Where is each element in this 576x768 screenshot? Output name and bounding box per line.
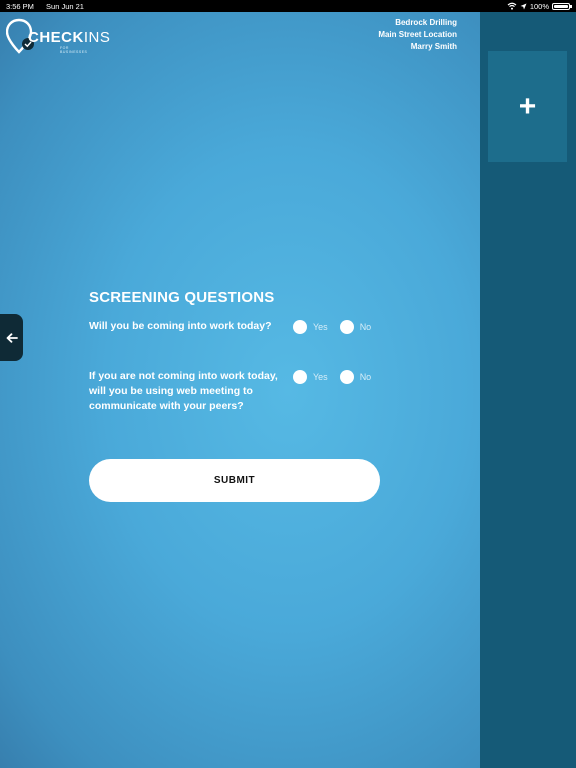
radio-circle-icon: [293, 320, 307, 334]
question-1-yes-radio[interactable]: Yes: [293, 320, 328, 334]
location-arrow-icon: [520, 3, 527, 9]
radio-circle-icon: [339, 320, 354, 334]
status-date: Sun Jun 21: [46, 1, 84, 11]
question-1-options: Yes No: [293, 320, 383, 334]
user-name: Marry Smith: [410, 42, 457, 51]
company-info: Bedrock Drilling Main Street Location Ma…: [378, 17, 457, 53]
radio-circle-icon: [339, 370, 354, 384]
yes-label: Yes: [313, 322, 328, 332]
wifi-icon: [507, 2, 517, 10]
logo-wordmark: CHECKINS: [28, 29, 111, 46]
submit-button[interactable]: SUBMIT: [89, 459, 380, 502]
question-2-no-radio[interactable]: No: [339, 370, 372, 384]
arrow-left-icon: [6, 332, 18, 343]
radio-circle-icon: [293, 370, 307, 384]
battery-icon: [552, 2, 572, 10]
status-time: 3:56 PM: [6, 1, 34, 11]
question-2-text: If you are not coming into work today, w…: [89, 370, 278, 412]
screening-title: SCREENING QUESTIONS: [89, 289, 275, 306]
status-bar: 3:56 PM Sun Jun 21 100%: [0, 0, 576, 12]
plus-icon: +: [518, 89, 537, 123]
yes-label: Yes: [313, 372, 328, 382]
checkins-logo: CHECKINS FOR BUSINESSES: [6, 18, 110, 58]
no-label: No: [359, 322, 372, 332]
company-name: Bedrock Drilling: [395, 18, 457, 27]
add-button[interactable]: +: [488, 51, 567, 162]
question-1-no-radio[interactable]: No: [339, 320, 372, 334]
back-button[interactable]: [0, 314, 23, 361]
question-2-yes-radio[interactable]: Yes: [293, 370, 328, 384]
company-location: Main Street Location: [378, 30, 457, 39]
logo-tagline: FOR BUSINESSES: [60, 46, 88, 54]
battery-percent: 100%: [529, 1, 549, 11]
no-label: No: [359, 372, 372, 382]
side-panel: +: [480, 12, 576, 768]
question-1-text: Will you be coming into work today?: [89, 320, 272, 332]
question-2-options: Yes No: [293, 370, 383, 384]
